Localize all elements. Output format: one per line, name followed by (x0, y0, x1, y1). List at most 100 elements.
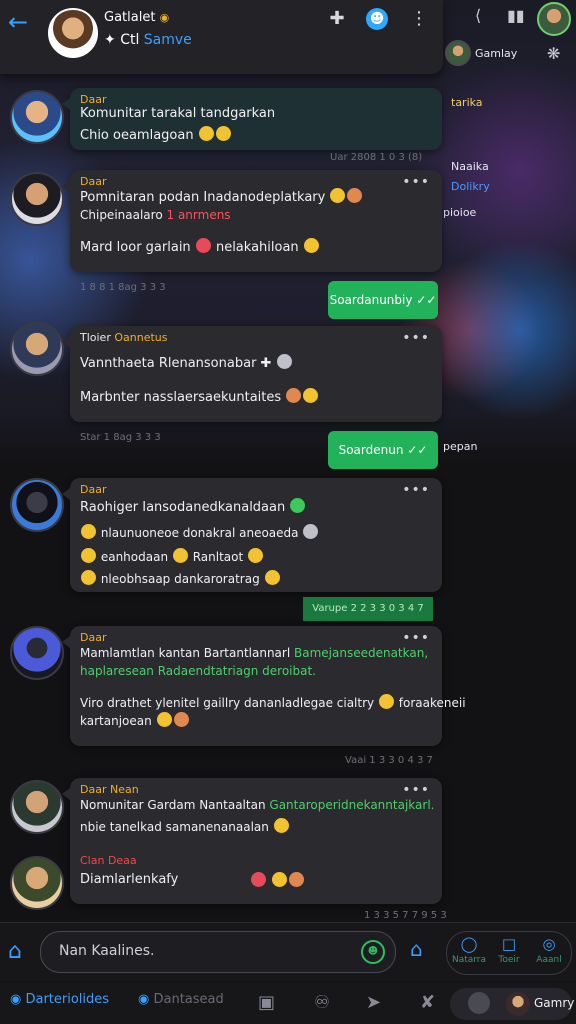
emoji-icon (81, 548, 96, 563)
quick-action[interactable]: ◯ Natarra (451, 935, 487, 965)
more-horizontal-icon[interactable]: ••• (402, 630, 430, 646)
message-text: Marbnter nasslaersaekuntaites (80, 390, 282, 405)
emoji-icon (172, 548, 188, 563)
sent-message[interactable]: Soardenun ✓✓ (328, 431, 438, 469)
bottom-nav: ◉ Darteriolides ◉ Dantasead ▣ ♾ ➤ ✘ Gamr… (0, 982, 576, 1024)
emoji-row (250, 872, 305, 889)
back-arrow-icon[interactable]: ← (8, 8, 28, 36)
emoji-picker-icon[interactable]: ☻ (361, 940, 385, 964)
message-author: Daar (80, 483, 107, 496)
chat-title-text: Gatlalet (104, 10, 156, 25)
quick-action[interactable]: □ Toeir (491, 935, 527, 965)
message-card[interactable]: Daar Nean ••• Nomunitar Gardam Nantaalta… (62, 778, 442, 904)
message-card[interactable]: Daar ••• Mamlamtlan kantan Bartantlannar… (62, 626, 466, 746)
message-text: Viro drathet ylenitel gaillry dananladle… (80, 696, 375, 710)
emoji-icon (303, 238, 319, 253)
composer-bar: ⌂ Nan Kaalines. ☻ ⌂ ◯ Natarra □ Toeir ◎ Aaa… (0, 922, 576, 981)
message-text: Diamlarlenkafy (80, 872, 179, 887)
timestamp: Uar 2808 1 0 3 (8) (330, 152, 423, 163)
tablet-icon[interactable]: ▣ (258, 992, 275, 1013)
mic-icon[interactable]: ▮▮ (507, 6, 525, 25)
nav-item-label: Darteriolides (25, 992, 110, 1007)
message-author-row: Tloier Oannetus (80, 331, 168, 344)
avatar[interactable] (10, 90, 64, 144)
emoji-icon (264, 570, 280, 585)
puzzle-icon[interactable]: ✚ (326, 8, 348, 30)
message-text: Raohiger Iansodanedkanaldaan (80, 500, 286, 515)
message-text-row: Mamlamtlan kantan Bartantlannarl Bamejan… (80, 646, 428, 660)
message-text: Ranltaot (192, 550, 244, 564)
message-author: Clan Deaa (80, 854, 137, 867)
message-input[interactable]: Nan Kaalines. ☻ (40, 931, 396, 973)
timestamp: Vaai 1 3 3 0 4 3 7 (345, 755, 433, 766)
message-text-row: nbie tanelkad samanenanaalan (80, 818, 290, 834)
nav-item-label: Dantasead (153, 992, 224, 1007)
message-card[interactable]: Daar ••• Raohiger Iansodanedkanaldaan nl… (62, 478, 442, 592)
avatar[interactable] (537, 2, 571, 36)
message-text-row: nleobhsaap dankaroratrag (80, 570, 281, 586)
panel-label: Gamlay (475, 47, 518, 60)
chat-status: ✦ Ctl Samve (104, 32, 192, 48)
emoji-icon (330, 188, 346, 203)
profile-chip[interactable]: Gamry (450, 988, 574, 1020)
side-item-text: Naaika (451, 160, 489, 173)
status-highlight: Samve (143, 32, 192, 48)
sent-message[interactable]: Soardanunbiy ✓✓ (328, 281, 438, 319)
nav-item[interactable]: ◉ Darteriolides (10, 992, 109, 1007)
message-text-highlight: Gantaroperidnekanntajkarl. (269, 798, 435, 812)
more-vertical-icon[interactable]: ⋮ (408, 8, 430, 30)
side-item-text: pioioe (443, 206, 477, 219)
message-card[interactable]: Daar ••• Pomnitaran podan Inadanodeplatk… (62, 170, 442, 272)
avatar[interactable] (10, 626, 64, 680)
emoji-icon (303, 524, 319, 539)
attach-icon[interactable]: ⌂ (410, 937, 423, 961)
emoji-icon (173, 712, 189, 727)
avatar[interactable] (10, 780, 64, 834)
avatar[interactable] (10, 172, 64, 226)
chat-header: ← Gatlalet ◉ ✦ Ctl Samve ✚ ☻ ⋮ (0, 0, 443, 74)
sent-message-text: Soardenun (338, 443, 404, 457)
more-horizontal-icon[interactable]: ••• (402, 782, 430, 798)
quick-action[interactable]: ◎ Aaanl (531, 935, 567, 965)
send-icon[interactable]: ➤ (366, 992, 381, 1013)
message-text-row: eanhodaan Ranltaot (80, 548, 264, 564)
message-card[interactable]: Daar Komunitar tarakal tandgarkan Chio o… (62, 88, 442, 150)
settings-icon[interactable]: ❋ (547, 44, 560, 63)
more-horizontal-icon[interactable]: ••• (402, 174, 430, 190)
emoji-icon (156, 712, 172, 727)
nav-item[interactable]: ◉ Dantasead (138, 992, 224, 1007)
avatar (506, 992, 530, 1016)
sent-message[interactable]: Varupe 2 2 3 3 0 3 4 7 (303, 597, 433, 621)
chat-title: Gatlalet ◉ (104, 10, 169, 25)
message-text: eanhodaan (100, 550, 169, 564)
quick-actions: ◯ Natarra □ Toeir ◎ Aaanl (446, 931, 572, 975)
message-author: Daar (80, 93, 107, 106)
home-icon[interactable]: ⌂ (8, 939, 22, 964)
avatar[interactable] (10, 322, 64, 376)
message-text: Vannthaeta Rlenansonabar (80, 356, 257, 371)
reaction-icon[interactable]: ☻ (366, 8, 388, 30)
message-text-red: 1 anrmens (166, 208, 231, 222)
timestamp: Varupe 2 2 3 3 0 3 4 7 (312, 603, 424, 614)
message-text-row: Marbnter nasslaersaekuntaites (80, 388, 319, 405)
avatar[interactable] (10, 478, 64, 532)
more-horizontal-icon[interactable]: ••• (402, 482, 430, 498)
message-card[interactable]: Tloier Oannetus ••• Vannthaeta Rlenanson… (62, 326, 442, 422)
message-text: nbie tanelkad samanenanaalan (80, 820, 269, 834)
message-text-row: kartanjoean (80, 712, 190, 728)
side-tag-text: tarika (451, 96, 483, 109)
side-item-text: Dolikry (451, 180, 490, 193)
avatar[interactable] (48, 8, 98, 58)
more-horizontal-icon[interactable]: ••• (402, 330, 430, 346)
emoji-icon (286, 388, 302, 403)
message-text: Pomnitaran podan Inadanodeplatkary (80, 190, 326, 205)
avatar[interactable] (10, 856, 64, 910)
trophy-icon[interactable]: ♾ (314, 992, 330, 1013)
side-item: Naaika (443, 160, 576, 173)
message-text: Mard loor garlain (80, 240, 191, 255)
quick-action-label: Toeir (498, 955, 520, 965)
message-text-row: Chipeinaalaro 1 anrmens (80, 208, 231, 222)
rocket-icon[interactable]: ✘ (420, 992, 435, 1013)
message-text: Komunitar tarakal tandgarkan (80, 106, 276, 121)
share-icon[interactable]: ⟨ (475, 6, 481, 25)
